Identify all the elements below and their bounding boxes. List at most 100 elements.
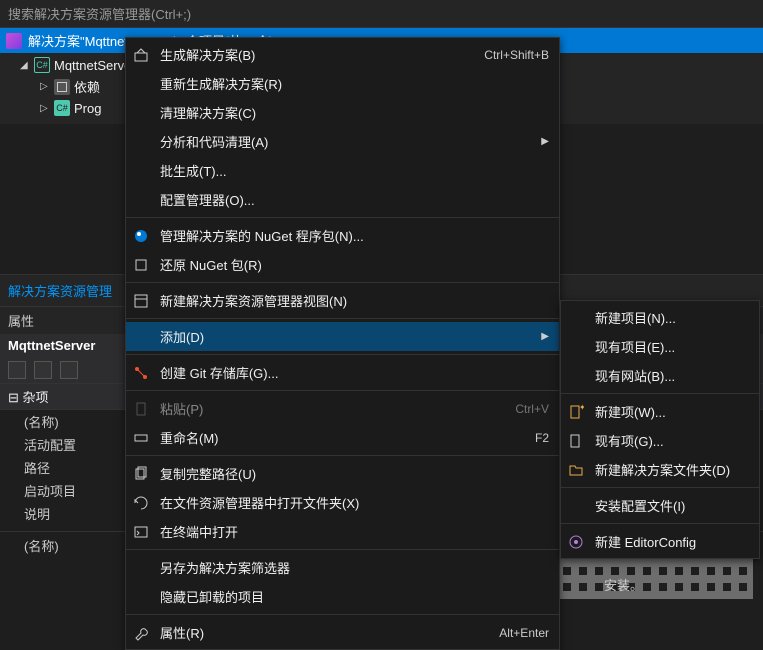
- menu-label: 分析和代码清理(A): [160, 132, 521, 151]
- menu-label: 属性(R): [160, 623, 469, 642]
- rename-icon: [132, 429, 150, 447]
- alphabetical-button[interactable]: [34, 361, 52, 379]
- menu-separator: [561, 393, 759, 394]
- submenu-new-solution-folder[interactable]: 新建解决方案文件夹(D): [561, 455, 759, 484]
- menu-shortcut: F2: [535, 431, 549, 445]
- search-solution-explorer[interactable]: 搜索解决方案资源管理器(Ctrl+;): [0, 0, 763, 28]
- menu-properties[interactable]: 属性(R) Alt+Enter: [126, 618, 559, 647]
- menu-rename[interactable]: 重命名(M) F2: [126, 423, 559, 452]
- program-label: Prog: [74, 101, 101, 116]
- menu-label: 新建项(W)...: [595, 402, 749, 421]
- submenu-existing-website[interactable]: 现有网站(B)...: [561, 361, 759, 390]
- menu-label: 现有项(G)...: [595, 431, 749, 450]
- menu-label: 粘贴(P): [160, 399, 485, 418]
- expander-icon[interactable]: ▷: [40, 103, 50, 114]
- submenu-new-item[interactable]: ✦ 新建项(W)...: [561, 397, 759, 426]
- menu-batch-build[interactable]: 批生成(T)...: [126, 156, 559, 185]
- build-icon: [132, 46, 150, 64]
- csharp-file-icon: C#: [54, 100, 70, 116]
- menu-rebuild-solution[interactable]: 重新生成解决方案(R): [126, 69, 559, 98]
- blank-icon: [132, 75, 150, 93]
- menu-add[interactable]: 添加(D) ▶: [126, 322, 559, 351]
- menu-restore-nuget[interactable]: 还原 NuGet 包(R): [126, 250, 559, 279]
- submenu-existing-project[interactable]: 现有项目(E)...: [561, 332, 759, 361]
- submenu-arrow-icon: ▶: [541, 136, 549, 147]
- blank-icon: [132, 133, 150, 151]
- menu-label: 清理解决方案(C): [160, 103, 549, 122]
- menu-save-as-filter[interactable]: 另存为解决方案筛选器: [126, 553, 559, 582]
- menu-open-in-terminal[interactable]: 在终端中打开: [126, 517, 559, 546]
- menu-separator: [126, 455, 559, 456]
- new-item-icon: ✦: [567, 403, 585, 421]
- menu-separator: [126, 390, 559, 391]
- blank-icon: [132, 104, 150, 122]
- expander-icon[interactable]: ◢: [20, 60, 30, 71]
- menu-label: 管理解决方案的 NuGet 程序包(N)...: [160, 226, 549, 245]
- menu-create-git-repo[interactable]: 创建 Git 存储库(G)...: [126, 358, 559, 387]
- restore-icon: [132, 256, 150, 274]
- menu-configuration-manager[interactable]: 配置管理器(O)...: [126, 185, 559, 214]
- wrench-icon: [132, 624, 150, 642]
- dependencies-icon: [54, 79, 70, 95]
- new-view-icon: [132, 292, 150, 310]
- menu-copy-full-path[interactable]: 复制完整路径(U): [126, 459, 559, 488]
- menu-label: 新建解决方案资源管理器视图(N): [160, 291, 549, 310]
- menu-label: 现有网站(B)...: [595, 366, 749, 385]
- blank-icon: [567, 367, 585, 385]
- menu-label: 配置管理器(O)...: [160, 190, 549, 209]
- paste-icon: [132, 400, 150, 418]
- categorized-button[interactable]: [8, 361, 26, 379]
- blank-icon: [132, 162, 150, 180]
- menu-manage-nuget[interactable]: 管理解决方案的 NuGet 程序包(N)...: [126, 221, 559, 250]
- solution-context-menu: 生成解决方案(B) Ctrl+Shift+B 重新生成解决方案(R) 清理解决方…: [125, 37, 560, 650]
- menu-new-solution-view[interactable]: 新建解决方案资源管理器视图(N): [126, 286, 559, 315]
- project-label: MqttnetServer: [54, 58, 136, 73]
- submenu-existing-item[interactable]: 现有项(G)...: [561, 426, 759, 455]
- open-folder-icon: [132, 494, 150, 512]
- menu-separator: [126, 217, 559, 218]
- menu-build-solution[interactable]: 生成解决方案(B) Ctrl+Shift+B: [126, 40, 559, 69]
- wrench-button[interactable]: [60, 361, 78, 379]
- add-submenu: 新建项目(N)... 现有项目(E)... 现有网站(B)... ✦ 新建项(W…: [560, 300, 760, 559]
- vs-solution-icon: [6, 33, 22, 49]
- submenu-new-editorconfig[interactable]: 新建 EditorConfig: [561, 527, 759, 556]
- submenu-new-project[interactable]: 新建项目(N)...: [561, 303, 759, 332]
- new-folder-icon: [567, 461, 585, 479]
- submenu-arrow-icon: ▶: [541, 331, 549, 342]
- blank-icon: [132, 559, 150, 577]
- menu-analyze-cleanup[interactable]: 分析和代码清理(A) ▶: [126, 127, 559, 156]
- install-text: 安装。: [604, 575, 643, 594]
- terminal-icon: [132, 523, 150, 541]
- menu-label: 现有项目(E)...: [595, 337, 749, 356]
- menu-label: 安装配置文件(I): [595, 496, 749, 515]
- expander-icon[interactable]: ▷: [40, 81, 50, 92]
- menu-shortcut: Alt+Enter: [499, 626, 549, 640]
- menu-shortcut: Ctrl+Shift+B: [484, 48, 549, 62]
- menu-label: 生成解决方案(B): [160, 45, 454, 64]
- menu-label: 批生成(T)...: [160, 161, 549, 180]
- blank-icon: [132, 588, 150, 606]
- blank-icon: [132, 191, 150, 209]
- menu-separator: [561, 487, 759, 488]
- menu-open-in-explorer[interactable]: 在文件资源管理器中打开文件夹(X): [126, 488, 559, 517]
- dependencies-label: 依赖: [74, 77, 100, 96]
- menu-label: 新建 EditorConfig: [595, 532, 749, 551]
- menu-paste[interactable]: 粘贴(P) Ctrl+V: [126, 394, 559, 423]
- copy-icon: [132, 465, 150, 483]
- menu-shortcut: Ctrl+V: [515, 402, 549, 416]
- blank-icon: [567, 338, 585, 356]
- csharp-project-icon: C#: [34, 57, 50, 73]
- submenu-install-config[interactable]: 安装配置文件(I): [561, 491, 759, 520]
- menu-clean-solution[interactable]: 清理解决方案(C): [126, 98, 559, 127]
- blank-icon: [567, 497, 585, 515]
- menu-hide-unloaded[interactable]: 隐藏已卸载的项目: [126, 582, 559, 611]
- menu-separator: [561, 523, 759, 524]
- existing-item-icon: [567, 432, 585, 450]
- menu-label: 在终端中打开: [160, 522, 549, 541]
- menu-label: 还原 NuGet 包(R): [160, 255, 549, 274]
- menu-label: 复制完整路径(U): [160, 464, 549, 483]
- git-icon: [132, 364, 150, 382]
- menu-separator: [126, 354, 559, 355]
- menu-label: 新建项目(N)...: [595, 308, 749, 327]
- menu-label: 创建 Git 存储库(G)...: [160, 363, 549, 382]
